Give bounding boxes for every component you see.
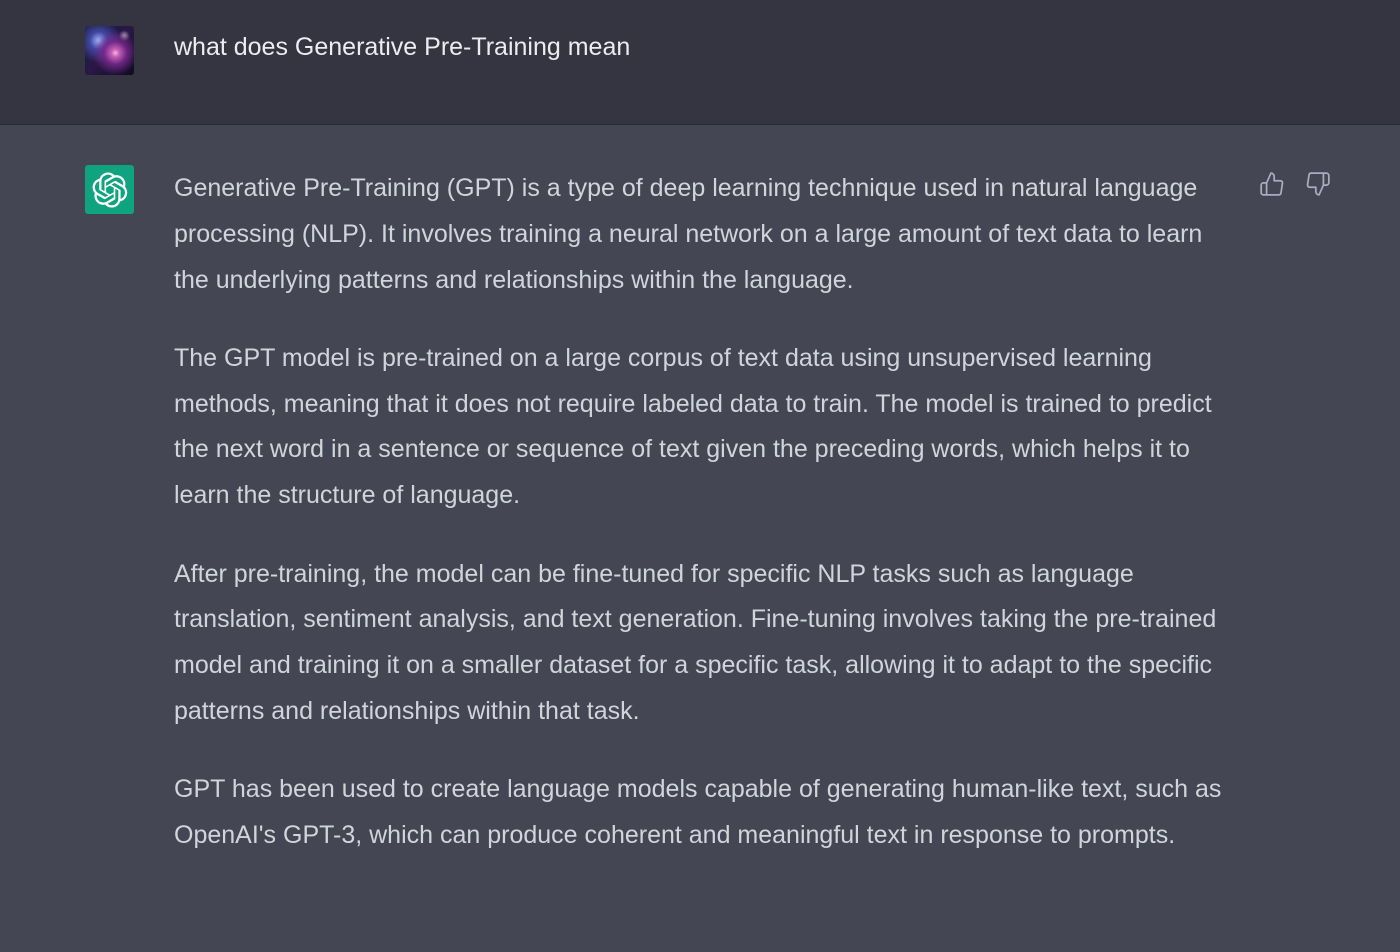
thumbs-up-icon (1260, 172, 1284, 196)
assistant-message-row: Generative Pre-Training (GPT) is a type … (0, 125, 1400, 952)
thumbs-down-icon (1306, 172, 1330, 196)
user-message-row: what does Generative Pre-Training mean (0, 0, 1400, 125)
openai-logo-icon (92, 171, 127, 208)
thumbs-up-button[interactable] (1257, 169, 1287, 199)
response-paragraph: After pre-training, the model can be fin… (174, 559, 1217, 725)
assistant-avatar (85, 165, 134, 214)
assistant-message-text: Generative Pre-Training (GPT) is a type … (174, 166, 1244, 891)
user-message-text: what does Generative Pre-Training mean (174, 33, 631, 61)
response-paragraph: Generative Pre-Training (GPT) is a type … (174, 174, 1203, 294)
thumbs-down-button[interactable] (1303, 169, 1333, 199)
user-avatar (85, 26, 134, 75)
response-paragraph: The GPT model is pre-trained on a large … (174, 343, 1212, 510)
response-paragraph: GPT has been used to create language mod… (174, 775, 1222, 850)
